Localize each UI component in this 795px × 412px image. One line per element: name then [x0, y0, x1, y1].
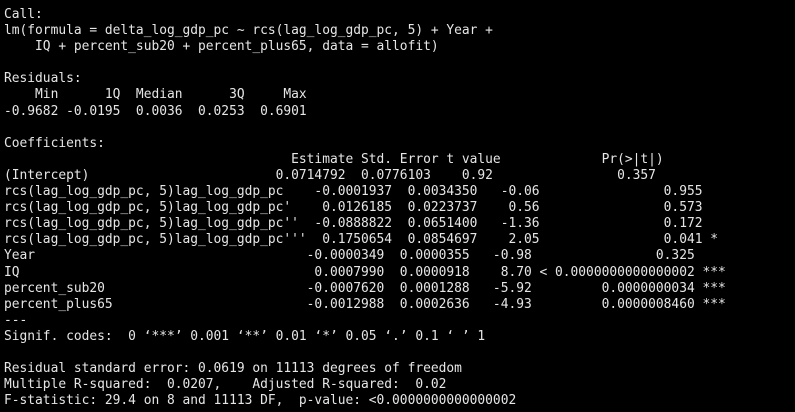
r-squared: Multiple R-squared: 0.0207, Adjusted R-s… — [4, 377, 455, 393]
coef-row-percent-plus65: percent_plus65 -0.0012988 0.0002636 -4.9… — [4, 296, 726, 312]
call-formula-line-2: IQ + percent_sub20 + percent_plus65, dat… — [4, 39, 439, 55]
signif-codes: Signif. codes: 0 ‘***’ 0.001 ‘**’ 0.01 ‘… — [4, 328, 486, 344]
coef-row-iq: IQ 0.0007990 0.0000918 8.70 < 0.00000000… — [4, 264, 726, 280]
residual-standard-error: Residual standard error: 0.0619 on 11113… — [4, 361, 462, 377]
coef-row-rcs-4: rcs(lag_log_gdp_pc, 5)lag_log_gdp_pc''' … — [4, 232, 734, 248]
coef-row-year: Year -0.0000349 0.0000355 -0.98 0.325 — [4, 248, 726, 264]
call-formula-line-1: lm(formula = delta_log_gdp_pc ~ rcs(lag_… — [4, 23, 493, 39]
coef-row-rcs-3: rcs(lag_log_gdp_pc, 5)lag_log_gdp_pc'' -… — [4, 216, 734, 232]
separator-line: --- — [4, 312, 28, 328]
residuals-labels: Min 1Q Median 3Q Max — [4, 87, 315, 103]
console-output[interactable]: Call: lm(formula = delta_log_gdp_pc ~ rcs… — [4, 7, 793, 410]
coefficients-header: Coefficients: — [4, 135, 105, 151]
coefficients-column-headers: Estimate Std. Error t value Pr(>|t|) — [4, 151, 695, 167]
residuals-header: Residuals: — [4, 71, 82, 87]
coef-row-intercept: (Intercept) 0.0714792 0.0776103 0.92 0.3… — [4, 167, 687, 183]
residuals-values: -0.9682 -0.0195 0.0036 0.0253 0.6901 — [4, 103, 315, 119]
coef-row-rcs-2: rcs(lag_log_gdp_pc, 5)lag_log_gdp_pc' 0.… — [4, 200, 734, 216]
coef-row-percent-sub20: percent_sub20 -0.0007620 0.0001288 -5.92… — [4, 280, 726, 296]
f-statistic: F-statistic: 29.4 on 8 and 11113 DF, p-v… — [4, 393, 517, 409]
call-header: Call: — [4, 7, 43, 22]
coef-row-rcs-1: rcs(lag_log_gdp_pc, 5)lag_log_gdp_pc -0.… — [4, 184, 734, 200]
